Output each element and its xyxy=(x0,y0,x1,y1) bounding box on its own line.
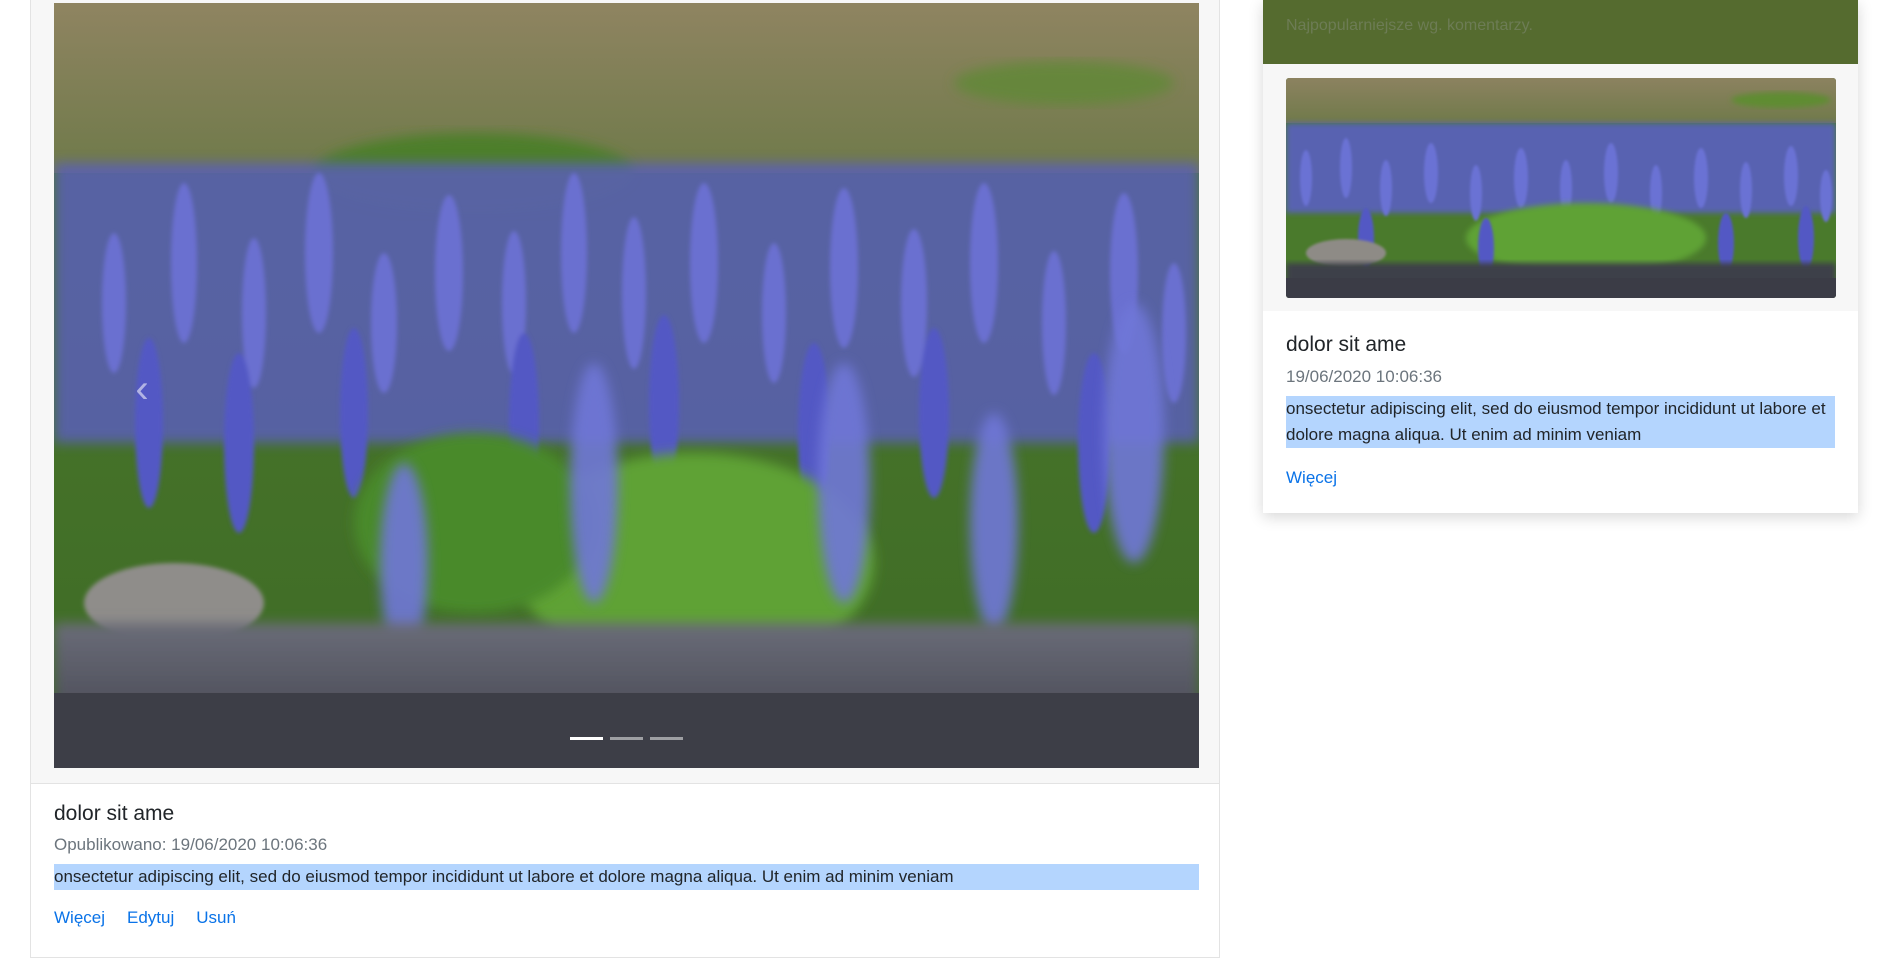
popular-post-date: 19/06/2020 10:06:36 xyxy=(1286,367,1442,386)
popular-post-title: dolor sit ame xyxy=(1286,333,1407,356)
carousel-indicator-2[interactable] xyxy=(610,737,643,740)
popular-post-excerpt: onsectetur adipiscing elit, sed do eiusm… xyxy=(1286,396,1835,448)
popular-posts-card: Najpopularniejsze wg. komentarzy. dolor … xyxy=(1263,0,1858,513)
carousel-indicator-1[interactable] xyxy=(570,737,603,740)
image-carousel[interactable]: ‹ xyxy=(54,3,1199,768)
popular-post-image[interactable] xyxy=(1286,78,1836,298)
lupine-field-image xyxy=(54,3,1199,768)
carousel-indicator-3[interactable] xyxy=(650,737,683,740)
main-post-body: dolor sit ame Opublikowano: 19/06/2020 1… xyxy=(54,798,1199,928)
chevron-left-icon[interactable]: ‹ xyxy=(124,365,160,413)
post-published-date: Opublikowano: 19/06/2020 10:06:36 xyxy=(54,835,328,854)
carousel-container: ‹ xyxy=(31,0,1219,784)
more-link[interactable]: Więcej xyxy=(54,908,105,928)
popular-posts-header: Najpopularniejsze wg. komentarzy. xyxy=(1263,0,1858,64)
post-excerpt: onsectetur adipiscing elit, sed do eiusm… xyxy=(54,864,1199,890)
popular-post-actions: Więcej xyxy=(1286,468,1835,488)
popular-post-body: dolor sit ame 19/06/2020 10:06:36 onsect… xyxy=(1263,311,1858,488)
lupine-field-thumbnail xyxy=(1286,78,1836,298)
carousel-indicators xyxy=(54,737,1199,740)
popular-post-image-container xyxy=(1263,64,1858,311)
edit-link[interactable]: Edytuj xyxy=(127,908,174,928)
delete-link[interactable]: Usuń xyxy=(196,908,236,928)
post-title: dolor sit ame xyxy=(54,802,175,825)
post-actions: Więcej Edytuj Usuń xyxy=(54,908,1199,928)
main-post-card: ‹ dolor sit ame Opublikowano: 19/06/2020… xyxy=(30,0,1220,958)
popular-post-more-link[interactable]: Więcej xyxy=(1286,468,1337,487)
